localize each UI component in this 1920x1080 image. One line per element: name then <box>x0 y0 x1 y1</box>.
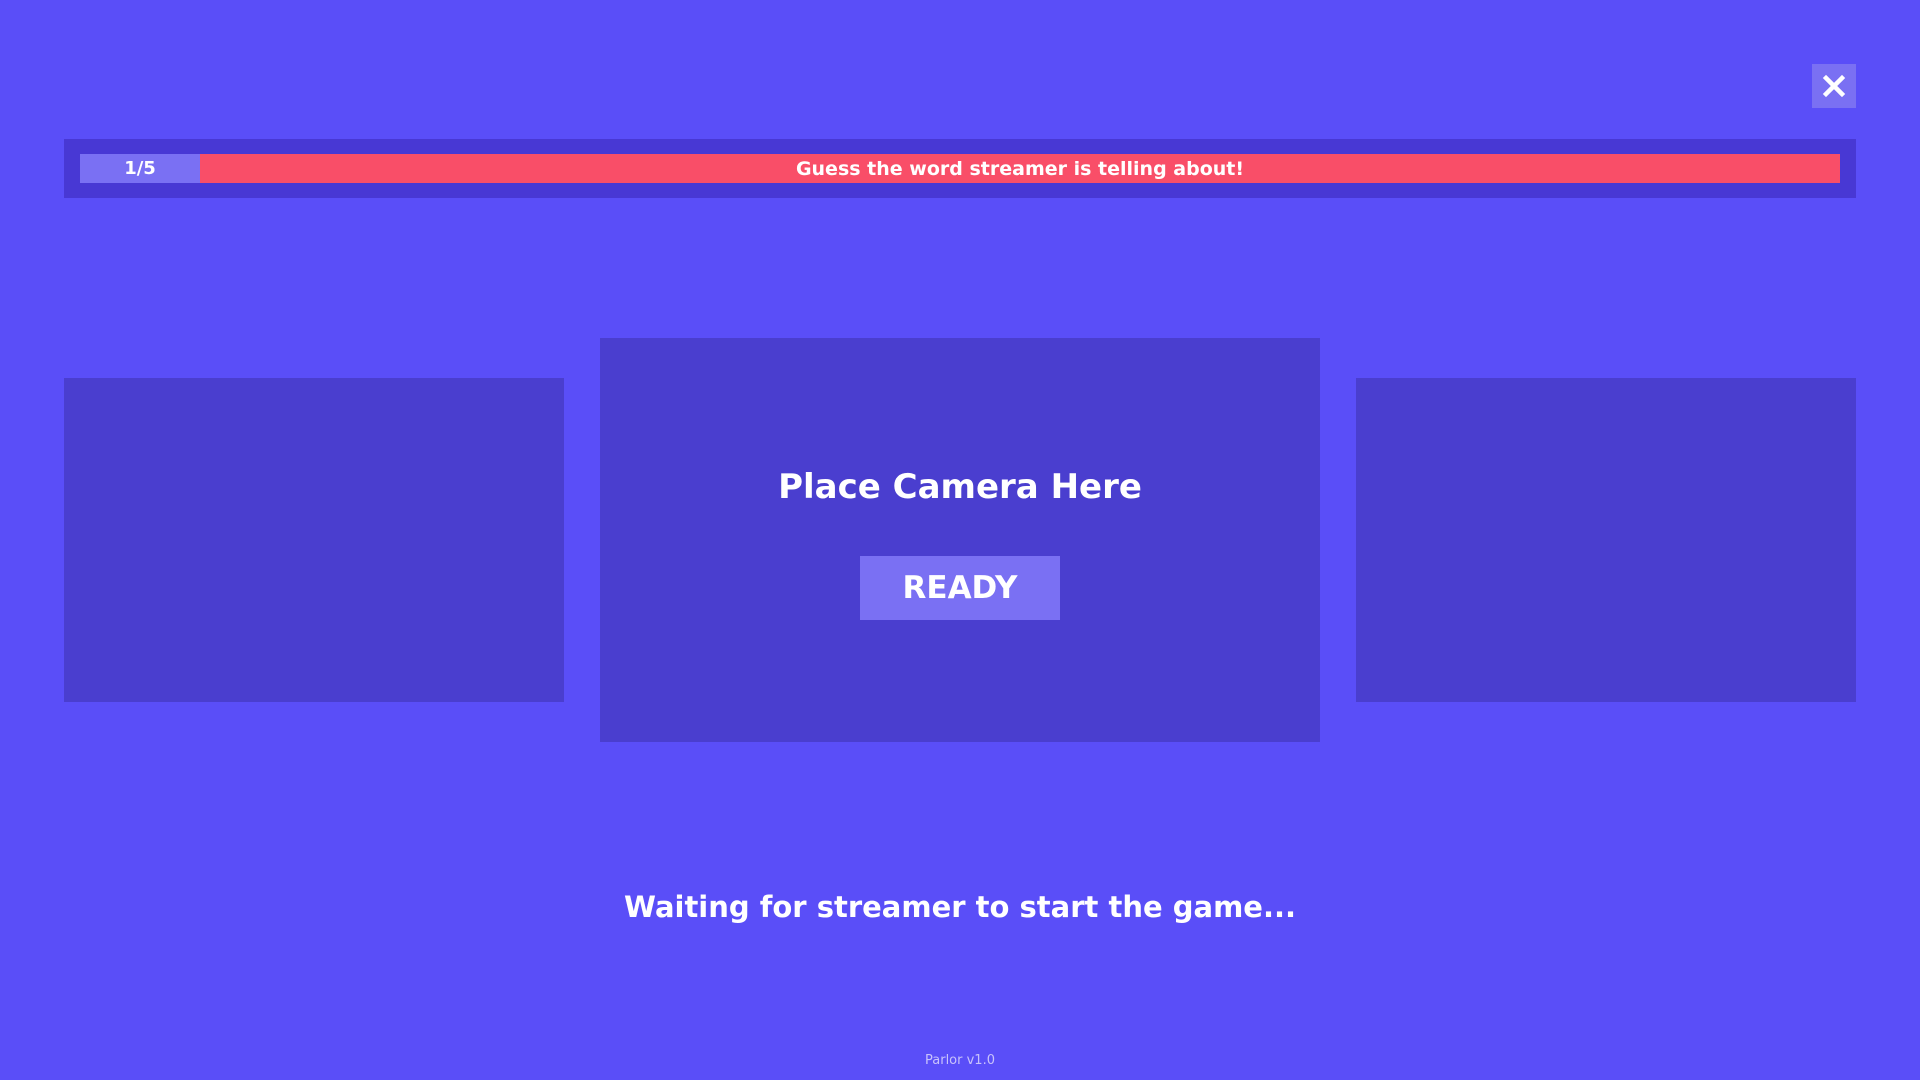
close-icon <box>1822 74 1846 98</box>
right-player-panel <box>1356 378 1856 702</box>
ready-button[interactable]: READY <box>860 556 1060 620</box>
top-bar: 1/5 Guess the word streamer is telling a… <box>64 139 1856 198</box>
status-message: Waiting for streamer to start the game..… <box>623 890 1297 924</box>
close-button[interactable] <box>1812 64 1856 108</box>
camera-panel: Place Camera Here READY <box>600 338 1320 742</box>
camera-placeholder-label: Place Camera Here <box>778 467 1142 507</box>
prompt-banner: Guess the word streamer is telling about… <box>200 154 1840 183</box>
version-label: Parlor v1.0 <box>925 1053 995 1068</box>
left-player-panel <box>64 378 564 702</box>
round-counter: 1/5 <box>80 154 200 183</box>
